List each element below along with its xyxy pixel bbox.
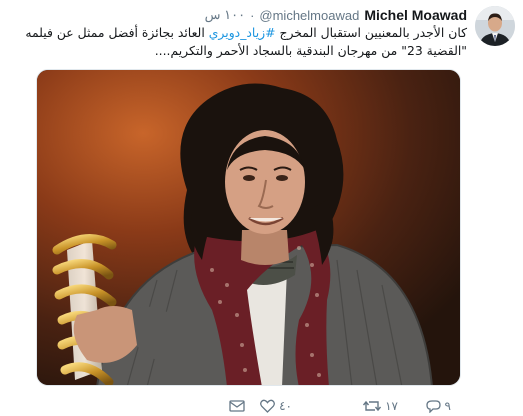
author-handle[interactable]: @michelmoawad bbox=[259, 8, 359, 23]
heart-icon bbox=[260, 399, 276, 413]
tweet-text: كان الأجدر بالمعنيين استقبال المخرج #زيا… bbox=[12, 24, 467, 60]
hashtag-link[interactable]: #زياد_دويري bbox=[209, 25, 276, 40]
separator-dot: · bbox=[250, 7, 255, 23]
reply-button[interactable]: ٩ bbox=[425, 396, 451, 416]
tweet-timestamp[interactable]: ١٠٠ س bbox=[205, 7, 245, 23]
author-name[interactable]: Michel Moawad bbox=[364, 7, 467, 23]
reply-count: ٩ bbox=[444, 399, 451, 413]
avatar[interactable] bbox=[475, 6, 515, 46]
retweet-icon bbox=[363, 399, 382, 413]
like-count: ٤٠ bbox=[279, 399, 292, 413]
director-photo bbox=[37, 70, 460, 385]
reply-icon bbox=[425, 399, 441, 413]
tweet-header: Michel Moawad @michelmoawad · ١٠٠ س bbox=[205, 6, 467, 24]
tweet-card[interactable]: Michel Moawad @michelmoawad · ١٠٠ س كان … bbox=[0, 0, 523, 416]
tweet-text-part-1: كان الأجدر بالمعنيين استقبال المخرج bbox=[275, 25, 467, 40]
retweet-count: ١٧ bbox=[385, 399, 398, 413]
tweet-actions: ٩ ١٧ ٤٠ bbox=[0, 396, 523, 416]
envelope-icon bbox=[229, 400, 245, 412]
direct-message-button[interactable] bbox=[229, 396, 245, 416]
tweet-photo[interactable] bbox=[36, 69, 461, 386]
like-button[interactable]: ٤٠ bbox=[260, 396, 292, 416]
retweet-button[interactable]: ١٧ bbox=[363, 396, 398, 416]
